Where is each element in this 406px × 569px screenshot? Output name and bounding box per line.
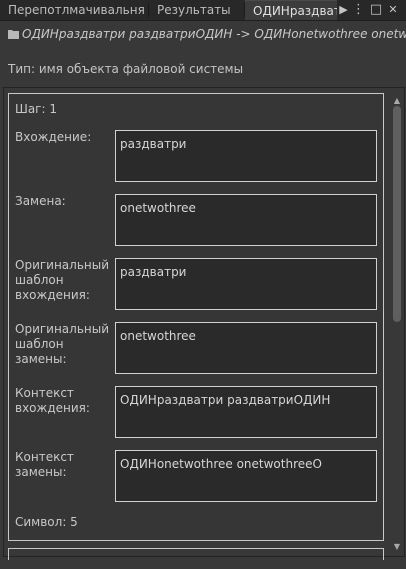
replacement-label: Замена: xyxy=(15,194,66,208)
play-icon[interactable]: ▶ xyxy=(337,0,350,20)
tab-perepotlmachivalnya[interactable]: Перепотлмачивальня xyxy=(0,0,148,20)
original-replacement-pattern-label: Оригинальный шаблон замены: xyxy=(15,322,110,366)
next-step-card xyxy=(8,548,384,560)
replacement-context-label: Контекст замены: xyxy=(15,450,74,479)
breadcrumb: ОДИНраздватри раздватриОДИН -> ОДИНonetw… xyxy=(8,27,406,41)
occurrence-field[interactable]: раздватри xyxy=(115,130,377,182)
tab-label: ОДИНраздватри xyxy=(253,4,337,18)
tab-label: Результаты xyxy=(157,3,231,17)
original-occurrence-pattern-label: Оригинальный шаблон вхождения: xyxy=(15,258,110,302)
tab-results[interactable]: Результаты xyxy=(149,0,244,20)
step-label: Шаг: 1 xyxy=(15,102,57,116)
occurrence-label: Вхождение: xyxy=(15,130,92,144)
original-replacement-pattern-field[interactable]: onetwothree xyxy=(115,322,377,374)
object-type-label: Тип: имя объекта файловой системы xyxy=(8,62,244,76)
more-vert-icon[interactable]: ⋮ xyxy=(352,0,365,20)
scroll-up-icon[interactable]: ▲ xyxy=(390,96,404,106)
breadcrumb-text: ОДИНраздватри раздватриОДИН -> ОДИНonetw… xyxy=(22,27,406,41)
folder-icon xyxy=(8,30,19,39)
occurrence-context-field[interactable]: ОДИНраздватри раздватриОДИН xyxy=(115,386,377,438)
tab-label: Перепотлмачивальня xyxy=(8,3,145,17)
tab-bar: Перепотлмачивальня Результаты ОДИНраздва… xyxy=(0,0,406,21)
maximize-icon[interactable]: □ xyxy=(369,0,383,20)
original-occurrence-pattern-field[interactable]: раздватри xyxy=(115,258,377,310)
scrollbar-thumb[interactable] xyxy=(393,106,401,322)
vertical-scrollbar[interactable]: ▲ ▼ xyxy=(390,96,404,554)
close-icon[interactable]: ✕ xyxy=(386,0,400,20)
occurrence-context-label: Контекст вхождения: xyxy=(15,386,90,415)
replacement-field[interactable]: onetwothree xyxy=(115,194,377,246)
tab-active-query[interactable]: ОДИНраздватри xyxy=(245,0,337,20)
scroll-down-icon[interactable]: ▼ xyxy=(390,542,404,552)
replacement-context-field[interactable]: ОДИНonetwothree onetwothreeО xyxy=(115,450,377,502)
symbol-label: Символ: 5 xyxy=(15,515,78,529)
